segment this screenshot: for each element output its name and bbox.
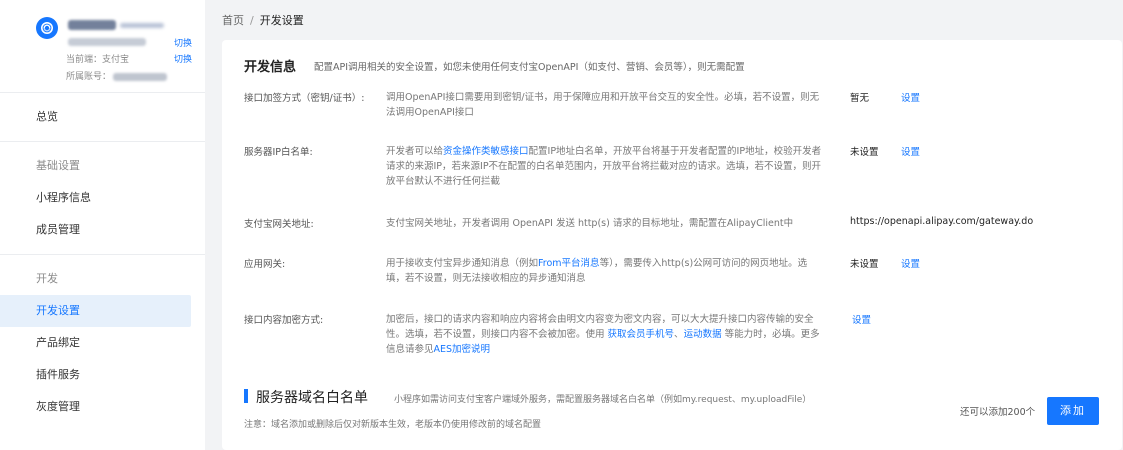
aes-doc-link[interactable]: AES加密说明 (434, 344, 491, 355)
row-label: 服务器IP白名单: (244, 147, 313, 158)
row-desc: 调用OpenAPI接口需要用到密钥/证书，用于保障应用和开放平台交互的安全性。必… (386, 92, 820, 118)
row-label: 应用网关: (244, 259, 286, 270)
sidebar-item-gray-manage[interactable]: 灰度管理 (0, 391, 205, 423)
account-text: 所属账号： (66, 69, 168, 82)
row-status: 未设置 (850, 259, 879, 270)
sidebar-item-overview[interactable]: 总览 (0, 101, 205, 133)
breadcrumb-home[interactable]: 首页 (222, 14, 244, 27)
row-label: 接口加签方式（密钥/证书）: (244, 93, 365, 104)
account-value-blurred (113, 72, 168, 81)
sidebar-item-product-binding[interactable]: 产品绑定 (0, 327, 205, 359)
sidebar: 切换 切换 当前端：支付宝 所属账号： 总览 基础设置 小程序信息 成员管理 开… (0, 0, 205, 450)
sports-data-link[interactable]: 运动数据 (684, 329, 722, 340)
app-card: 切换 切换 当前端：支付宝 所属账号： (36, 14, 206, 86)
setup-button[interactable]: 设置 (901, 90, 920, 104)
section-desc-domain-whitelist: 小程序如需访问支付宝客户端域外服务，需配置服务器域名白名单（例如my.reque… (394, 395, 812, 405)
swirl-icon (41, 22, 53, 34)
switch-end-link[interactable]: 切换 (174, 52, 206, 65)
current-end-text: 当前端：支付宝 (66, 55, 130, 65)
breadcrumb: 首页 / 开发设置 (222, 12, 304, 28)
domain-whitelist-note: 注意：域名添加或删除后仅对新版本生效，老版本仍使用修改前的域名配置 (244, 420, 542, 430)
setup-button[interactable]: 设置 (901, 144, 920, 158)
app-logo-icon (36, 17, 58, 39)
row-status: 未设置 (850, 147, 879, 158)
member-phone-link[interactable]: 获取会员手机号 (608, 329, 675, 340)
quota-text: 还可以添加200个 (960, 407, 1036, 418)
menu-group-dev: 开发 (36, 272, 58, 285)
breadcrumb-current: 开发设置 (259, 14, 304, 27)
account-label: 所属账号： (66, 72, 112, 82)
sidebar-item-dev-settings[interactable]: 开发设置 (0, 295, 191, 327)
row-desc: 加密后，接口的请求内容和响应内容将会由明文内容变为密文内容，可以大大提升接口内容… (386, 312, 826, 357)
section-title-domain-whitelist: 服务器域名白名单 (256, 390, 368, 406)
row-desc: 用于接收支付宝异步通知消息（例如From平台消息等），需要传入http(s)公网… (386, 256, 826, 286)
app-id-blurred (68, 36, 178, 48)
setup-button[interactable]: 设置 (852, 312, 871, 326)
row-desc: 开发者可以给资金操作类敏感接口配置IP地址白名单，开放平台将基于开发者配置的IP… (386, 144, 826, 189)
sidebar-item-member-manage[interactable]: 成员管理 (0, 214, 205, 246)
switch-app-link[interactable]: 切换 (174, 36, 206, 49)
row-desc-text: 开发者可以给 (386, 146, 444, 157)
row-desc: 支付宝网关地址，开发者调用 OpenAPI 发送 http(s) 请求的目标地址… (386, 218, 794, 229)
row-label: 支付宝网关地址: (244, 219, 314, 230)
platform-message-link[interactable]: From平台消息 (538, 258, 600, 269)
gateway-url: https://openapi.alipay.com/gateway.do (850, 216, 1034, 227)
section-desc-dev-info: 配置API调用相关的安全设置，如您未使用任何支付宝OpenAPI（如支付、营销、… (314, 62, 745, 73)
row-desc-text: 用于接收支付宝异步通知消息（例如 (386, 258, 539, 269)
row-status: 暂无 (850, 93, 870, 104)
sidebar-item-miniapp-info[interactable]: 小程序信息 (0, 182, 205, 214)
sidebar-item-plugin-service[interactable]: 插件服务 (0, 359, 205, 391)
row-desc-text: 、 (674, 329, 684, 340)
menu-group-basic: 基础设置 (36, 159, 80, 172)
sidebar-menu: 总览 基础设置 小程序信息 成员管理 开发 开发设置 产品绑定 插件服务 灰度管… (0, 92, 205, 423)
add-domain-button[interactable]: 添加 (1047, 397, 1099, 425)
main-panel: 开发信息 配置API调用相关的安全设置，如您未使用任何支付宝OpenAPI（如支… (222, 40, 1122, 450)
section-title-dev-info: 开发信息 (244, 60, 297, 75)
row-label: 接口内容加密方式: (244, 315, 324, 326)
section-accent-bar (244, 389, 248, 403)
setup-button[interactable]: 设置 (901, 256, 920, 270)
sensitive-api-link[interactable]: 资金操作类敏感接口 (443, 146, 529, 157)
breadcrumb-separator: / (250, 14, 254, 27)
app-name-blurred (68, 18, 168, 34)
